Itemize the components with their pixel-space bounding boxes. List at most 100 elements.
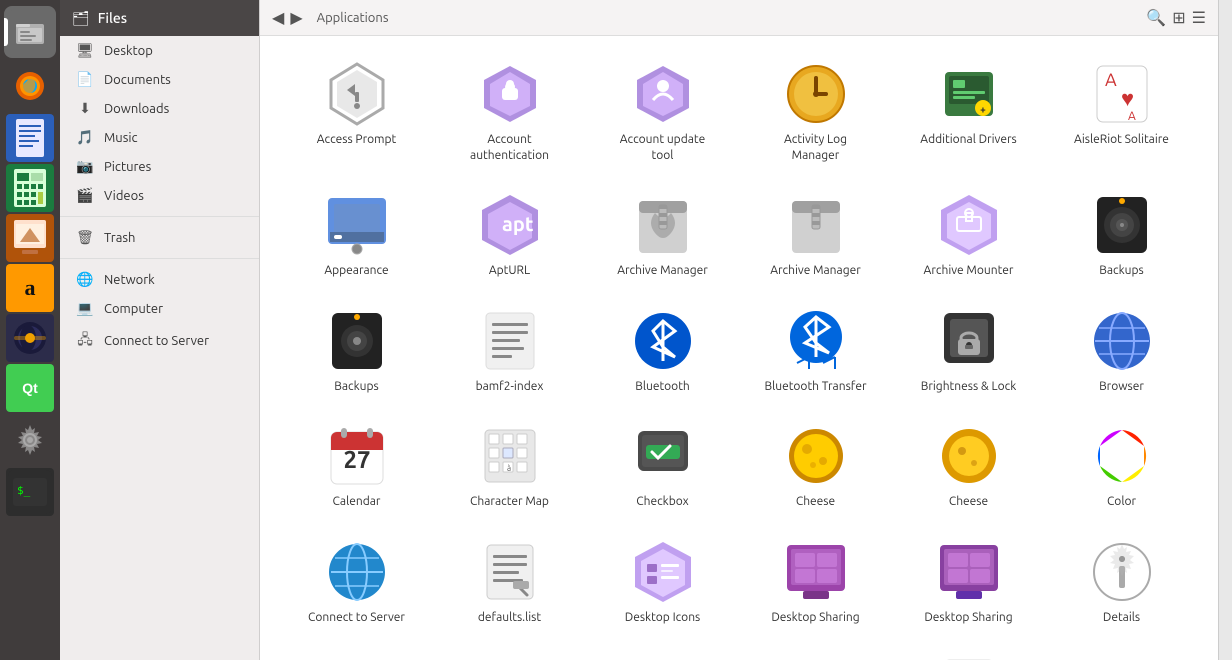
sidebar-item-pictures[interactable]: 📷 Pictures [60, 152, 259, 181]
app-item-account-auth[interactable]: Account authentication [433, 52, 586, 173]
app-label: Archive Manager [617, 263, 708, 279]
taskbar-item-qt[interactable]: Qt [6, 364, 54, 412]
app-item-desktop-sharing[interactable]: Desktop Sharing [739, 530, 892, 636]
app-label: Archive Mounter [924, 263, 1014, 279]
app-item-bamf2[interactable]: bamf2-index [433, 299, 586, 405]
sidebar-item-network[interactable]: 🌐 Network [60, 265, 259, 294]
desktop-sharing-icon [784, 540, 848, 604]
app-item-eclipse-app[interactable]: eclipse [1045, 646, 1198, 660]
sidebar-item-label: Computer [104, 302, 163, 316]
app-label: Browser [1099, 379, 1144, 395]
app-label: Cheese [949, 494, 988, 510]
back-button[interactable]: ◀ [272, 8, 284, 28]
eclipse-app-icon [1090, 656, 1154, 660]
app-item-calendar[interactable]: 27 Calendar [280, 414, 433, 520]
videos-icon: 🎬 [76, 187, 94, 204]
app-item-cheese2[interactable]: Cheese [892, 414, 1045, 520]
svg-text:♥: ♥ [1121, 86, 1134, 111]
app-item-checkbox[interactable]: Checkbox [586, 414, 739, 520]
archive-manager2-icon [784, 193, 848, 257]
svg-text:$_: $_ [17, 484, 31, 497]
sidebar-divider-2 [60, 258, 259, 259]
app-item-character-map[interactable]: à Character Map [433, 414, 586, 520]
taskbar: a Qt [0, 0, 60, 660]
app-item-archive-manager2[interactable]: Archive Manager [739, 183, 892, 289]
music-icon: 🎵 [76, 129, 94, 146]
taskbar-item-eclipse[interactable] [6, 314, 54, 362]
view-toggle[interactable]: ⊞ [1172, 8, 1185, 28]
taskbar-item-writer[interactable] [6, 114, 54, 162]
app-label: bamf2-index [476, 379, 544, 395]
app-item-document-viewer[interactable]: Document Viewer [892, 646, 1045, 660]
taskbar-item-firefox[interactable] [4, 60, 56, 112]
taskbar-item-settings[interactable] [4, 414, 56, 466]
sidebar-item-desktop[interactable]: 🖥 Desktop [60, 36, 259, 65]
search-button[interactable]: 🔍 [1146, 8, 1166, 28]
app-item-bluetooth[interactable]: Bluetooth [586, 299, 739, 405]
app-label: Brightness & Lock [921, 379, 1017, 395]
app-item-account-update[interactable]: Account update tool [586, 52, 739, 173]
menu-button[interactable]: ☰ [1192, 8, 1206, 28]
app-item-aisleriot[interactable]: A ♥ A AisleRiot Solitaire [1045, 52, 1198, 173]
main-content: ◀ ▶ Applications 🔍 ⊞ ☰ Access Prompt [260, 0, 1218, 660]
sidebar-item-label: Documents [104, 73, 171, 87]
archive-manager-icon [631, 193, 695, 257]
svg-text:à: à [507, 464, 511, 473]
svg-text:A: A [1105, 70, 1117, 90]
sidebar-item-connect-to-server[interactable]: 🖧 Connect to Server [60, 323, 259, 359]
app-item-bluetooth-transfer[interactable]: Bluetooth Transfer [739, 299, 892, 405]
svg-text:27: 27 [343, 446, 370, 473]
app-label: Activity Log Manager [761, 132, 871, 163]
app-item-cheese[interactable]: Cheese [739, 414, 892, 520]
svg-text:apt: apt [502, 212, 534, 235]
app-label: AptURL [489, 263, 530, 279]
forward-button[interactable]: ▶ [290, 8, 302, 28]
app-item-desktop-icons[interactable]: Desktop Icons [586, 530, 739, 636]
app-item-disk-image-writer[interactable]: Disk Image Writer [280, 646, 433, 660]
sidebar-item-music[interactable]: 🎵 Music [60, 123, 259, 152]
app-item-additional-drivers[interactable]: + Additional Drivers [892, 52, 1045, 173]
sidebar-item-computer[interactable]: 💻 Computer [60, 294, 259, 323]
app-item-apturl[interactable]: apt AptURL [433, 183, 586, 289]
app-item-backups2[interactable]: Backups [280, 299, 433, 405]
right-scrollbar[interactable] [1218, 0, 1232, 660]
app-item-browser[interactable]: Browser [1045, 299, 1198, 405]
app-item-disk-usage[interactable]: Disk Usage Analyzer [586, 646, 739, 660]
app-item-color[interactable]: Color [1045, 414, 1198, 520]
sidebar-item-downloads[interactable]: ⬇ Downloads [60, 94, 259, 123]
sidebar-item-label: Connect to Server [104, 334, 209, 348]
app-item-activity-log[interactable]: Activity Log Manager [739, 52, 892, 173]
app-label: Desktop Sharing [771, 610, 859, 626]
sidebar-item-videos[interactable]: 🎬 Videos [60, 181, 259, 210]
sidebar-item-label: Videos [104, 189, 144, 203]
path-bar: Applications [317, 11, 389, 25]
sidebar-item-label: Downloads [104, 102, 169, 116]
app-item-desktop-sharing2[interactable]: Desktop Sharing [892, 530, 1045, 636]
svg-text:A: A [1128, 110, 1136, 123]
taskbar-item-files[interactable] [4, 6, 56, 58]
sidebar-item-trash[interactable]: 🗑 Trash [60, 223, 259, 252]
app-item-archive-manager[interactable]: Archive Manager [586, 183, 739, 289]
app-item-displays[interactable]: Displays [739, 646, 892, 660]
app-item-access-prompt[interactable]: Access Prompt [280, 52, 433, 173]
app-item-connect-to-server[interactable]: Connect to Server [280, 530, 433, 636]
app-item-backups[interactable]: Backups [1045, 183, 1198, 289]
connect-server-app-icon [325, 540, 389, 604]
app-item-defaults-list[interactable]: defaults.list [433, 530, 586, 636]
app-item-brightness-lock[interactable]: Brightness & Lock [892, 299, 1045, 405]
taskbar-item-terminal[interactable]: $_ [6, 468, 54, 516]
app-item-disks[interactable]: Disks [433, 646, 586, 660]
taskbar-item-impress[interactable] [6, 214, 54, 262]
sidebar-item-label: Desktop [104, 44, 153, 58]
app-item-archive-mounter[interactable]: Archive Mounter [892, 183, 1045, 289]
desktop-icons-icon [631, 540, 695, 604]
backups2-icon [325, 309, 389, 373]
app-item-appearance[interactable]: Appearance [280, 183, 433, 289]
taskbar-item-amazon[interactable]: a [6, 264, 54, 312]
app-item-details[interactable]: Details [1045, 530, 1198, 636]
taskbar-item-calc[interactable] [6, 164, 54, 212]
sidebar-item-documents[interactable]: 📄 Documents [60, 65, 259, 94]
downloads-icon: ⬇ [76, 100, 94, 117]
aisleriot-icon: A ♥ A [1090, 62, 1154, 126]
app-label: Character Map [470, 494, 549, 510]
